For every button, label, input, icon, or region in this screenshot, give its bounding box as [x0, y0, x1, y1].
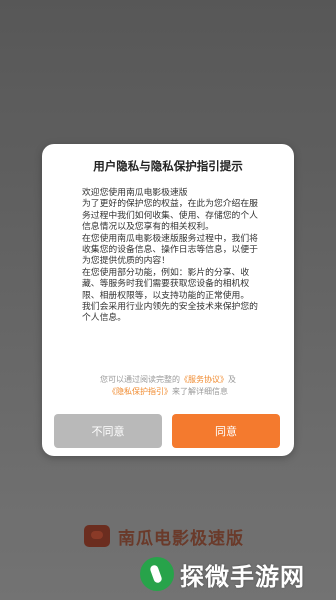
privacy-dialog: 用户隐私与隐私保护指引提示 欢迎您使用南瓜电影极速版 为了更好的保护您的权益，在… — [42, 144, 294, 456]
body-paragraph: 我们会采用行业内领先的安全技术来保护您的个人信息。 — [82, 302, 258, 324]
privacy-guide-link[interactable]: 《隐私保护指引》 — [108, 387, 172, 396]
body-paragraph: 欢迎您使用南瓜电影极速版 — [82, 188, 188, 198]
body-paragraph: 为了更好的保护您的权益，在此为您介绍在服务过程中我们如何收集、使用、存储您的个人… — [82, 199, 258, 233]
watermark-logo-icon — [140, 557, 174, 591]
body-paragraph: 在您使用南瓜电影极速版服务过程中，我们将收集您的设备信息、操作日志等信息，以便于… — [82, 233, 258, 267]
service-agreement-link[interactable]: 《服务协议》 — [180, 375, 228, 384]
consent-text: 您可以通过阅读完整的《服务协议》及 《隐私保护指引》来了解详细信息 — [54, 374, 282, 398]
pumpkin-logo-icon — [84, 525, 110, 547]
dialog-title: 用户隐私与隐私保护指引提示 — [93, 159, 243, 173]
app-brand: 南瓜电影极速版 — [84, 524, 244, 549]
app-name: 南瓜电影极速版 — [118, 528, 244, 549]
consent-prefix: 您可以通过阅读完整的 — [100, 375, 180, 384]
watermark-text: 探微手游网 — [180, 562, 305, 591]
agree-button[interactable]: 同意 — [172, 414, 280, 448]
decline-button[interactable]: 不同意 — [54, 414, 162, 448]
body-paragraph: 在您使用部分功能，例如：影片的分享、收藏、等服务时我们需要获取您设备的相机权限、… — [82, 267, 250, 301]
consent-suffix: 来了解详细信息 — [172, 387, 228, 396]
consent-and: 及 — [228, 375, 236, 384]
dialog-body: 欢迎您使用南瓜电影极速版 为了更好的保护您的权益，在此为您介绍在服务过程中我们如… — [82, 188, 260, 325]
site-watermark: 探微手游网 — [140, 556, 305, 592]
